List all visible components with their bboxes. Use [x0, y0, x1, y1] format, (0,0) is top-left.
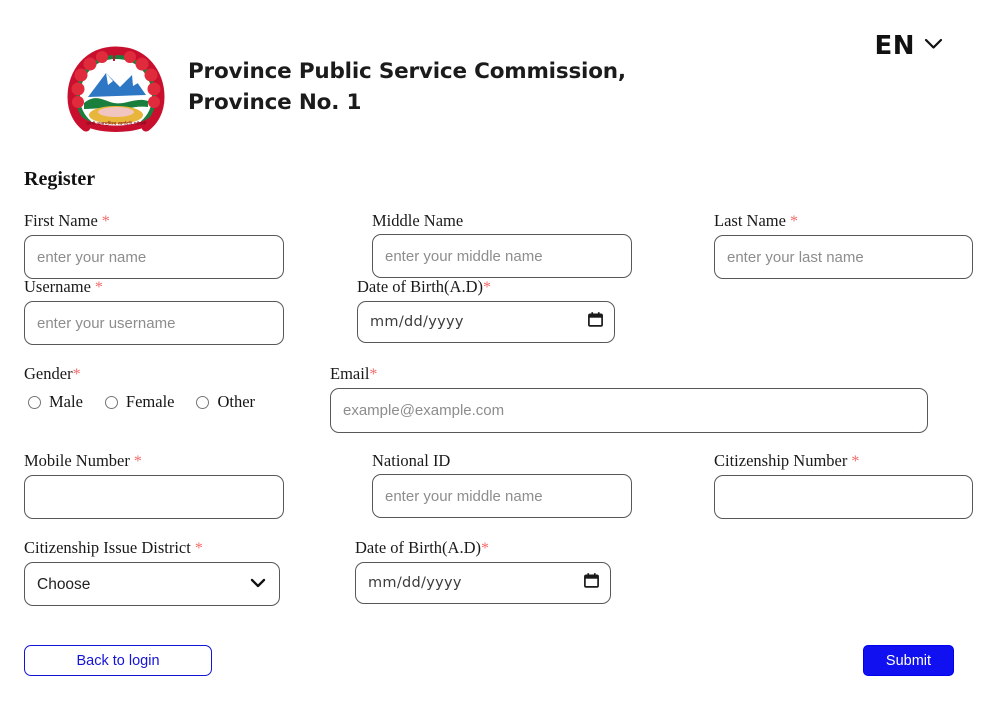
label-mobile-number: Mobile Number * [24, 451, 142, 470]
field-date-of-birth-bottom: Date of Birth(A.D)* mm/dd/yyyy [355, 538, 611, 604]
required-asterisk: * [194, 540, 203, 557]
required-asterisk: * [481, 540, 490, 557]
organization-title: Province Public Service Commission, Prov… [188, 59, 626, 115]
label-middle-name: Middle Name [372, 211, 464, 230]
field-first-name: First Name * [24, 211, 284, 279]
citizenship-number-input[interactable] [714, 475, 973, 519]
register-page: जननी जन्मभूमिश्च स्वर्गादपि गरीयसी Provi… [0, 0, 997, 707]
gender-option-female[interactable]: Female [101, 392, 175, 412]
label-national-id: National ID [372, 451, 451, 470]
language-switcher[interactable]: EN [874, 31, 943, 61]
required-asterisk: * [483, 279, 492, 296]
citizenship-issue-district-select[interactable]: Choose [24, 562, 280, 606]
gender-option-male[interactable]: Male [24, 392, 83, 412]
required-asterisk: * [94, 279, 103, 296]
citizenship-issue-district-wrapper: Choose [24, 562, 280, 606]
required-asterisk: * [851, 453, 860, 470]
chevron-down-icon [924, 37, 943, 55]
required-asterisk: * [101, 213, 110, 230]
label-last-name: Last Name * [714, 211, 798, 230]
page-header: जननी जन्मभूमिश्च स्वर्गादपि गरीयसी Provi… [0, 0, 997, 150]
page-title: Register [24, 168, 96, 190]
field-middle-name: Middle Name [372, 211, 632, 278]
field-date-of-birth-top: Date of Birth(A.D)* mm/dd/yyyy [357, 277, 615, 343]
gender-radio-other[interactable] [196, 395, 210, 409]
middle-name-input[interactable] [372, 234, 632, 278]
label-citizenship-number: Citizenship Number * [714, 451, 860, 470]
gender-label-female: Female [125, 392, 175, 411]
email-input[interactable] [330, 388, 928, 433]
field-national-id: National ID [372, 451, 632, 518]
gender-label-male: Male [49, 392, 83, 411]
label-date-of-birth-bottom: Date of Birth(A.D)* [355, 538, 490, 557]
svg-text:जननी जन्मभूमिश्च स्वर्गादपि गर: जननी जन्मभूमिश्च स्वर्गादपि गरीयसी [86, 120, 148, 127]
submit-button[interactable]: Submit [863, 645, 954, 676]
national-id-input[interactable] [372, 474, 632, 518]
label-date-of-birth-top: Date of Birth(A.D)* [357, 277, 492, 296]
date-of-birth-bottom-wrapper: mm/dd/yyyy [355, 562, 611, 604]
back-to-login-button[interactable]: Back to login [24, 645, 212, 676]
field-gender: Gender* Male Female Other [24, 364, 314, 412]
field-username: Username * [24, 277, 284, 345]
date-of-birth-top-wrapper: mm/dd/yyyy [357, 301, 615, 343]
required-asterisk: * [72, 366, 81, 383]
nepal-government-emblem-icon: जननी जन्मभूमिश्च स्वर्गादपि गरीयसी [64, 45, 168, 135]
date-of-birth-bottom-input[interactable] [355, 562, 611, 604]
gender-option-other[interactable]: Other [192, 392, 255, 412]
date-of-birth-top-input[interactable] [357, 301, 615, 343]
language-code: EN [874, 31, 915, 61]
field-citizenship-issue-district: Citizenship Issue District * Choose [24, 538, 280, 606]
required-asterisk: * [133, 453, 142, 470]
label-first-name: First Name * [24, 211, 110, 230]
required-asterisk: * [789, 213, 798, 230]
gender-label-other: Other [217, 392, 256, 411]
label-gender: Gender* [24, 364, 81, 383]
last-name-input[interactable] [714, 235, 973, 279]
first-name-input[interactable] [24, 235, 284, 279]
username-input[interactable] [24, 301, 284, 345]
gender-radio-female[interactable] [104, 395, 118, 409]
label-username: Username * [24, 277, 103, 296]
field-citizenship-number: Citizenship Number * [714, 451, 973, 519]
required-asterisk: * [369, 366, 378, 383]
field-email: Email* [330, 364, 928, 433]
label-email: Email* [330, 364, 378, 383]
gender-radio-group: Male Female Other [24, 392, 314, 412]
field-mobile-number: Mobile Number * [24, 451, 284, 519]
field-last-name: Last Name * [714, 211, 973, 279]
gender-radio-male[interactable] [28, 395, 41, 409]
label-citizenship-issue-district: Citizenship Issue District * [24, 538, 203, 557]
mobile-number-input[interactable] [24, 475, 284, 519]
